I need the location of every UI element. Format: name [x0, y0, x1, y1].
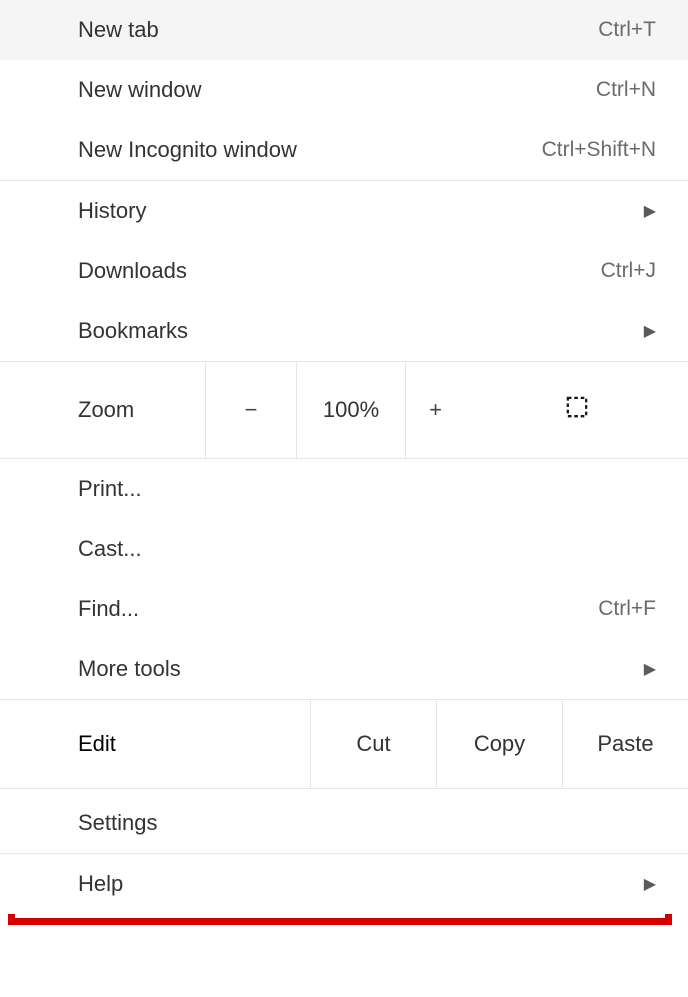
bookmarks-label: Bookmarks: [78, 318, 188, 344]
settings-label: Settings: [78, 810, 158, 836]
submenu-arrow-icon: ▶: [644, 201, 656, 221]
menu-item-history[interactable]: History ▶: [0, 181, 688, 241]
help-label: Help: [78, 871, 123, 897]
zoom-in-button[interactable]: +: [405, 362, 465, 458]
cast-label: Cast...: [78, 536, 142, 562]
downloads-label: Downloads: [78, 258, 187, 284]
chrome-main-menu: New tab Ctrl+T New window Ctrl+N New Inc…: [0, 0, 688, 914]
new-window-label: New window: [78, 77, 202, 103]
menu-item-downloads[interactable]: Downloads Ctrl+J: [0, 241, 688, 301]
menu-item-cast[interactable]: Cast...: [0, 519, 688, 579]
new-tab-shortcut: Ctrl+T: [598, 18, 656, 42]
menu-item-settings[interactable]: Settings: [0, 793, 688, 853]
zoom-out-button[interactable]: −: [205, 362, 297, 458]
zoom-row: Zoom − 100% +: [0, 362, 688, 459]
edit-row: Edit Cut Copy Paste: [0, 699, 688, 789]
submenu-arrow-icon: ▶: [644, 874, 656, 894]
fullscreen-icon: [566, 396, 588, 424]
menu-item-find[interactable]: Find... Ctrl+F: [0, 579, 688, 639]
menu-item-help[interactable]: Help ▶: [0, 854, 688, 914]
find-shortcut: Ctrl+F: [598, 597, 656, 621]
more-tools-label: More tools: [78, 656, 181, 682]
zoom-label: Zoom: [0, 397, 205, 423]
menu-item-print[interactable]: Print...: [0, 459, 688, 519]
menu-item-new-tab[interactable]: New tab Ctrl+T: [0, 0, 688, 60]
new-tab-label: New tab: [78, 17, 159, 43]
find-label: Find...: [78, 596, 139, 622]
menu-item-new-incognito[interactable]: New Incognito window Ctrl+Shift+N: [0, 120, 688, 180]
menu-item-more-tools[interactable]: More tools ▶: [0, 639, 688, 699]
menu-item-new-window[interactable]: New window Ctrl+N: [0, 60, 688, 120]
new-incognito-label: New Incognito window: [78, 137, 297, 163]
copy-button[interactable]: Copy: [436, 700, 562, 788]
submenu-arrow-icon: ▶: [644, 659, 656, 679]
edit-label: Edit: [0, 700, 310, 788]
submenu-arrow-icon: ▶: [644, 321, 656, 341]
downloads-shortcut: Ctrl+J: [601, 259, 656, 283]
print-label: Print...: [78, 476, 142, 502]
history-label: History: [78, 198, 146, 224]
cut-button[interactable]: Cut: [310, 700, 436, 788]
paste-button[interactable]: Paste: [562, 700, 688, 788]
zoom-level: 100%: [297, 362, 405, 458]
menu-item-bookmarks[interactable]: Bookmarks ▶: [0, 301, 688, 361]
new-incognito-shortcut: Ctrl+Shift+N: [542, 138, 656, 162]
fullscreen-button[interactable]: [465, 362, 688, 458]
new-window-shortcut: Ctrl+N: [596, 78, 656, 102]
